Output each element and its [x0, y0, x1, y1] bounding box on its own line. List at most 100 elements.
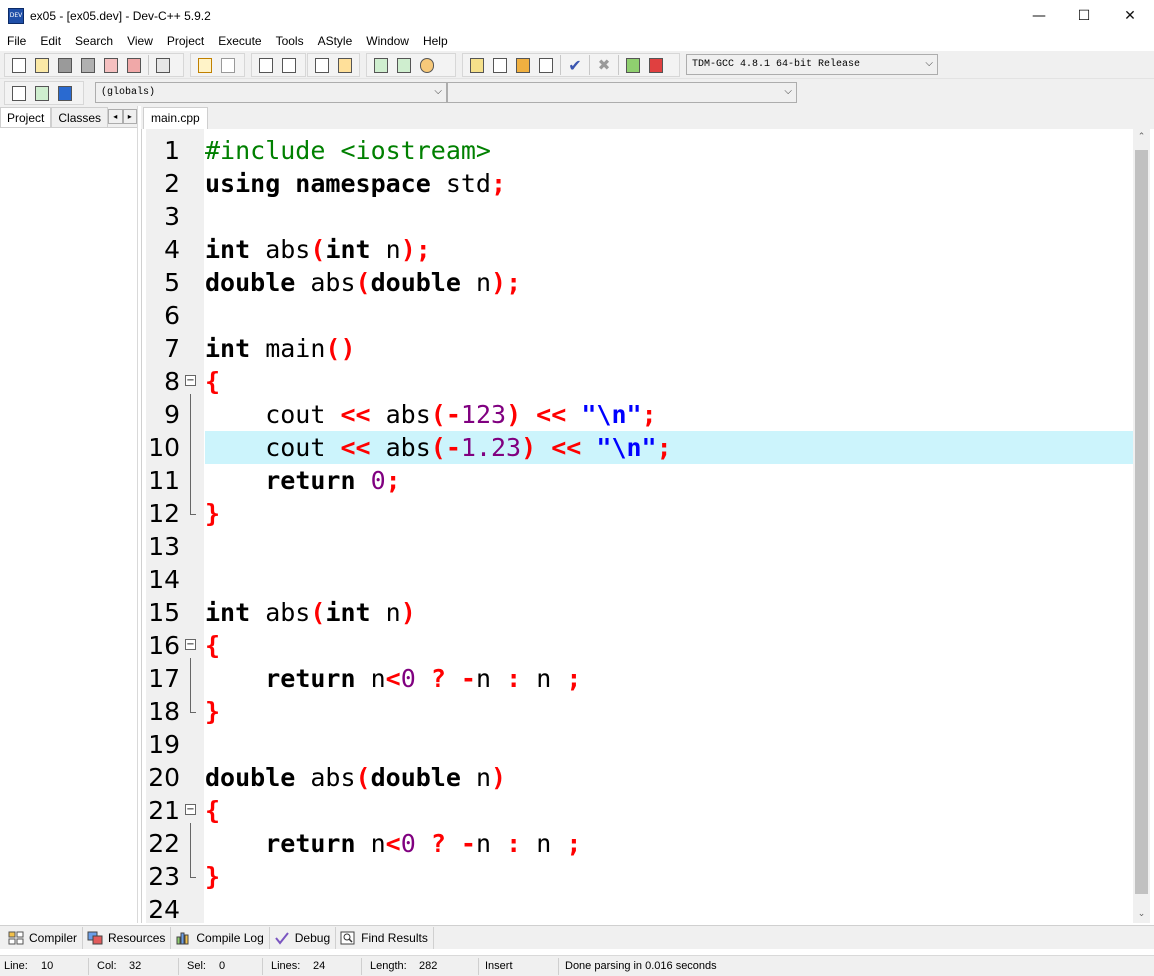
code-line[interactable]: 7 int main() [142, 332, 1132, 365]
code-line[interactable]: 18} [142, 695, 1132, 728]
tab-resources[interactable]: Resources [83, 926, 172, 949]
tab-find-results[interactable]: Find Results [336, 926, 434, 949]
menu-tools[interactable]: Tools [269, 34, 311, 48]
scroll-left-icon[interactable]: ◂ [108, 109, 123, 124]
code-line[interactable]: 12} [142, 497, 1132, 530]
code-token: ; [641, 400, 657, 429]
scroll-up-icon[interactable]: ⌃ [1133, 129, 1150, 146]
rebuild-button[interactable] [536, 55, 556, 75]
close-file-button[interactable] [101, 55, 121, 75]
code-token: return [265, 664, 356, 693]
print-button[interactable] [153, 55, 173, 75]
insert-button[interactable] [9, 83, 29, 103]
vertical-scrollbar[interactable]: ⌃ ⌄ [1133, 129, 1150, 923]
save-button[interactable] [55, 55, 75, 75]
code-line[interactable]: 6 [142, 299, 1132, 332]
status-divider [262, 958, 263, 975]
save-all-button[interactable] [78, 55, 98, 75]
code-token: ); [491, 268, 522, 297]
run-button[interactable] [490, 55, 510, 75]
scroll-right-icon[interactable]: ▸ [122, 109, 137, 124]
close-button[interactable]: ✕ [1107, 0, 1153, 31]
remove-from-project-button[interactable] [394, 55, 414, 75]
code-token: : [506, 829, 522, 858]
tab-classes[interactable]: Classes [51, 107, 109, 127]
tab-main-cpp[interactable]: main.cpp [143, 107, 208, 129]
redo-button[interactable] [218, 55, 238, 75]
menu-help[interactable]: Help [416, 34, 455, 48]
tab-compiler[interactable]: Compiler [4, 926, 84, 949]
code-line[interactable]: 16−{ [142, 629, 1132, 662]
open-button[interactable] [32, 55, 52, 75]
fold-toggle-icon[interactable]: − [185, 375, 196, 386]
new-file-button[interactable] [9, 55, 29, 75]
add-to-project-button[interactable] [371, 55, 391, 75]
minimize-button[interactable]: — [1016, 0, 1062, 31]
code-line[interactable]: 13 [142, 530, 1132, 563]
code-line[interactable]: 19 [142, 728, 1132, 761]
code-line[interactable]: 17 return n<0 ? -n : n ; [142, 662, 1132, 695]
code-text: int abs(int n); [205, 233, 431, 266]
menu-project[interactable]: Project [160, 34, 211, 48]
maximize-button[interactable]: ☐ [1061, 0, 1107, 31]
code-line[interactable]: 15 int abs(int n) [142, 596, 1132, 629]
undo-button[interactable] [195, 55, 215, 75]
compile-button[interactable] [467, 55, 487, 75]
tab-resources-label: Resources [108, 930, 166, 945]
syntax-check-button[interactable]: ✔ [565, 55, 585, 75]
scope-select[interactable]: (globals) ⌵ [95, 82, 447, 103]
code-line[interactable]: 24 [142, 893, 1132, 923]
stop-execution-button[interactable]: ✖ [594, 55, 614, 75]
goto-icon [58, 85, 72, 101]
menu-file[interactable]: File [0, 34, 33, 48]
menu-search[interactable]: Search [68, 34, 120, 48]
tab-compile-log[interactable]: Compile Log [171, 926, 270, 949]
code-line[interactable]: 14 [142, 563, 1132, 596]
indent-button[interactable] [312, 55, 332, 75]
tab-project[interactable]: Project [0, 107, 52, 127]
code-line[interactable]: 1 #include <iostream> [142, 134, 1132, 167]
code-line[interactable]: 8−{ [142, 365, 1132, 398]
goto-bookmark-button[interactable] [55, 83, 75, 103]
member-select[interactable]: ⌵ [447, 82, 797, 103]
scroll-down-icon[interactable]: ⌄ [1133, 906, 1150, 923]
compiler-select[interactable]: TDM-GCC 4.8.1 64-bit Release ⌵ [686, 54, 938, 75]
project-options-button[interactable] [417, 55, 437, 75]
code-line[interactable]: 9 cout << abs(-123) << "\n"; [142, 398, 1132, 431]
code-line[interactable]: 5 double abs(double n); [142, 266, 1132, 299]
compile-run-button[interactable] [513, 55, 533, 75]
code-token: 0 [370, 466, 386, 495]
menu-window[interactable]: Window [359, 34, 416, 48]
code-token: 0 [400, 829, 416, 858]
code-line[interactable]: 11 return 0; [142, 464, 1132, 497]
code-token: abs [370, 433, 431, 462]
code-line[interactable]: 3 [142, 200, 1132, 233]
fold-toggle-icon[interactable]: − [185, 639, 196, 650]
unindent-button[interactable] [335, 55, 355, 75]
toggle-bookmark-button[interactable] [32, 83, 52, 103]
code-line[interactable]: 22 return n<0 ? -n : n ; [142, 827, 1132, 860]
code-line[interactable]: 10 cout << abs(-1.23) << "\n"; [142, 431, 1133, 464]
scrollbar-thumb[interactable] [1135, 150, 1148, 894]
code-line[interactable]: 2 using namespace std; [142, 167, 1132, 200]
resources-icon [87, 931, 103, 944]
profile-button[interactable] [623, 55, 643, 75]
tab-debug[interactable]: Debug [270, 926, 337, 949]
menu-view[interactable]: View [120, 34, 160, 48]
code-line[interactable]: 21−{ [142, 794, 1132, 827]
code-line[interactable]: 20 double abs(double n) [142, 761, 1132, 794]
menu-astyle[interactable]: AStyle [311, 34, 360, 48]
code-editor[interactable]: 1 #include <iostream> 2 using namespace std… [141, 129, 1154, 923]
close-all-button[interactable] [124, 55, 144, 75]
code-line[interactable]: 23} [142, 860, 1132, 893]
menu-execute[interactable]: Execute [211, 34, 268, 48]
left-panel: Project Classes ◂ ▸ [0, 106, 138, 923]
code-token: ? - [415, 829, 476, 858]
code-line[interactable]: 4 int abs(int n); [142, 233, 1132, 266]
replace-button[interactable] [279, 55, 299, 75]
delete-profile-button[interactable] [646, 55, 666, 75]
code-token: abs [295, 763, 356, 792]
menu-edit[interactable]: Edit [33, 34, 68, 48]
fold-toggle-icon[interactable]: − [185, 804, 196, 815]
find-button[interactable] [256, 55, 276, 75]
